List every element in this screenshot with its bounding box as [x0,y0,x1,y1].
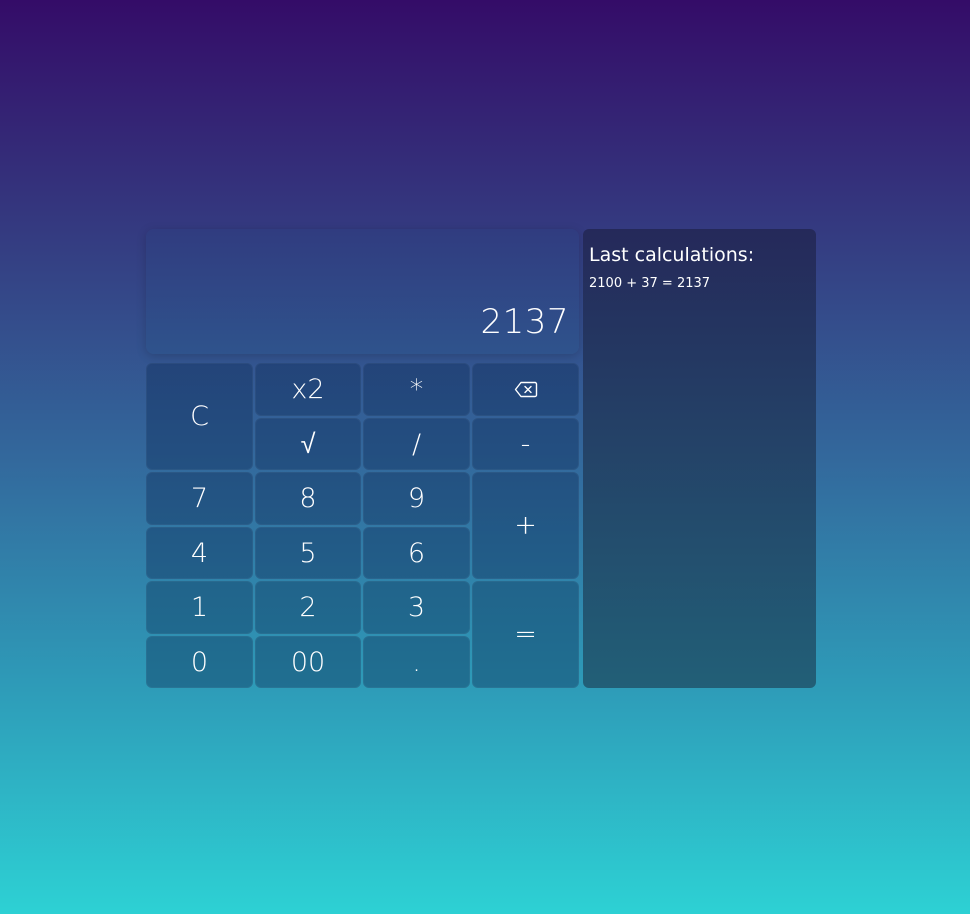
divide-button[interactable]: / [363,418,470,470]
display-value: 2137 [480,302,569,342]
digit-1-button[interactable]: 1 [146,581,253,634]
sqrt-button[interactable]: √ [255,418,361,470]
digit-0-button[interactable]: 0 [146,636,253,688]
digit-6-button[interactable]: 6 [363,527,470,579]
digit-5-button[interactable]: 5 [255,527,361,579]
calculator-display: 2137 [146,229,579,354]
square-button[interactable]: x2 [255,363,361,416]
history-title: Last calculations: [589,244,755,266]
calculator: 2137 C x2 * √ / - 7 8 9 + 4 5 6 1 2 3 = … [146,229,579,688]
backspace-icon [514,381,538,398]
plus-button[interactable]: + [472,472,579,579]
digit-9-button[interactable]: 9 [363,472,470,525]
double-zero-button[interactable]: 00 [255,636,361,688]
history-panel: Last calculations: 2100 + 37 = 2137 [583,229,816,688]
multiply-button[interactable]: * [363,363,470,416]
digit-3-button[interactable]: 3 [363,581,470,634]
digit-2-button[interactable]: 2 [255,581,361,634]
equals-button[interactable]: = [472,581,579,688]
keypad: C x2 * √ / - 7 8 9 + 4 5 6 1 2 3 = 0 00 [146,363,579,688]
backspace-button[interactable] [472,363,579,416]
clear-button[interactable]: C [146,363,253,470]
digit-8-button[interactable]: 8 [255,472,361,525]
history-item: 2100 + 37 = 2137 [589,276,711,291]
digit-4-button[interactable]: 4 [146,527,253,579]
decimal-point-button[interactable]: . [363,636,470,688]
minus-button[interactable]: - [472,418,579,470]
digit-7-button[interactable]: 7 [146,472,253,525]
